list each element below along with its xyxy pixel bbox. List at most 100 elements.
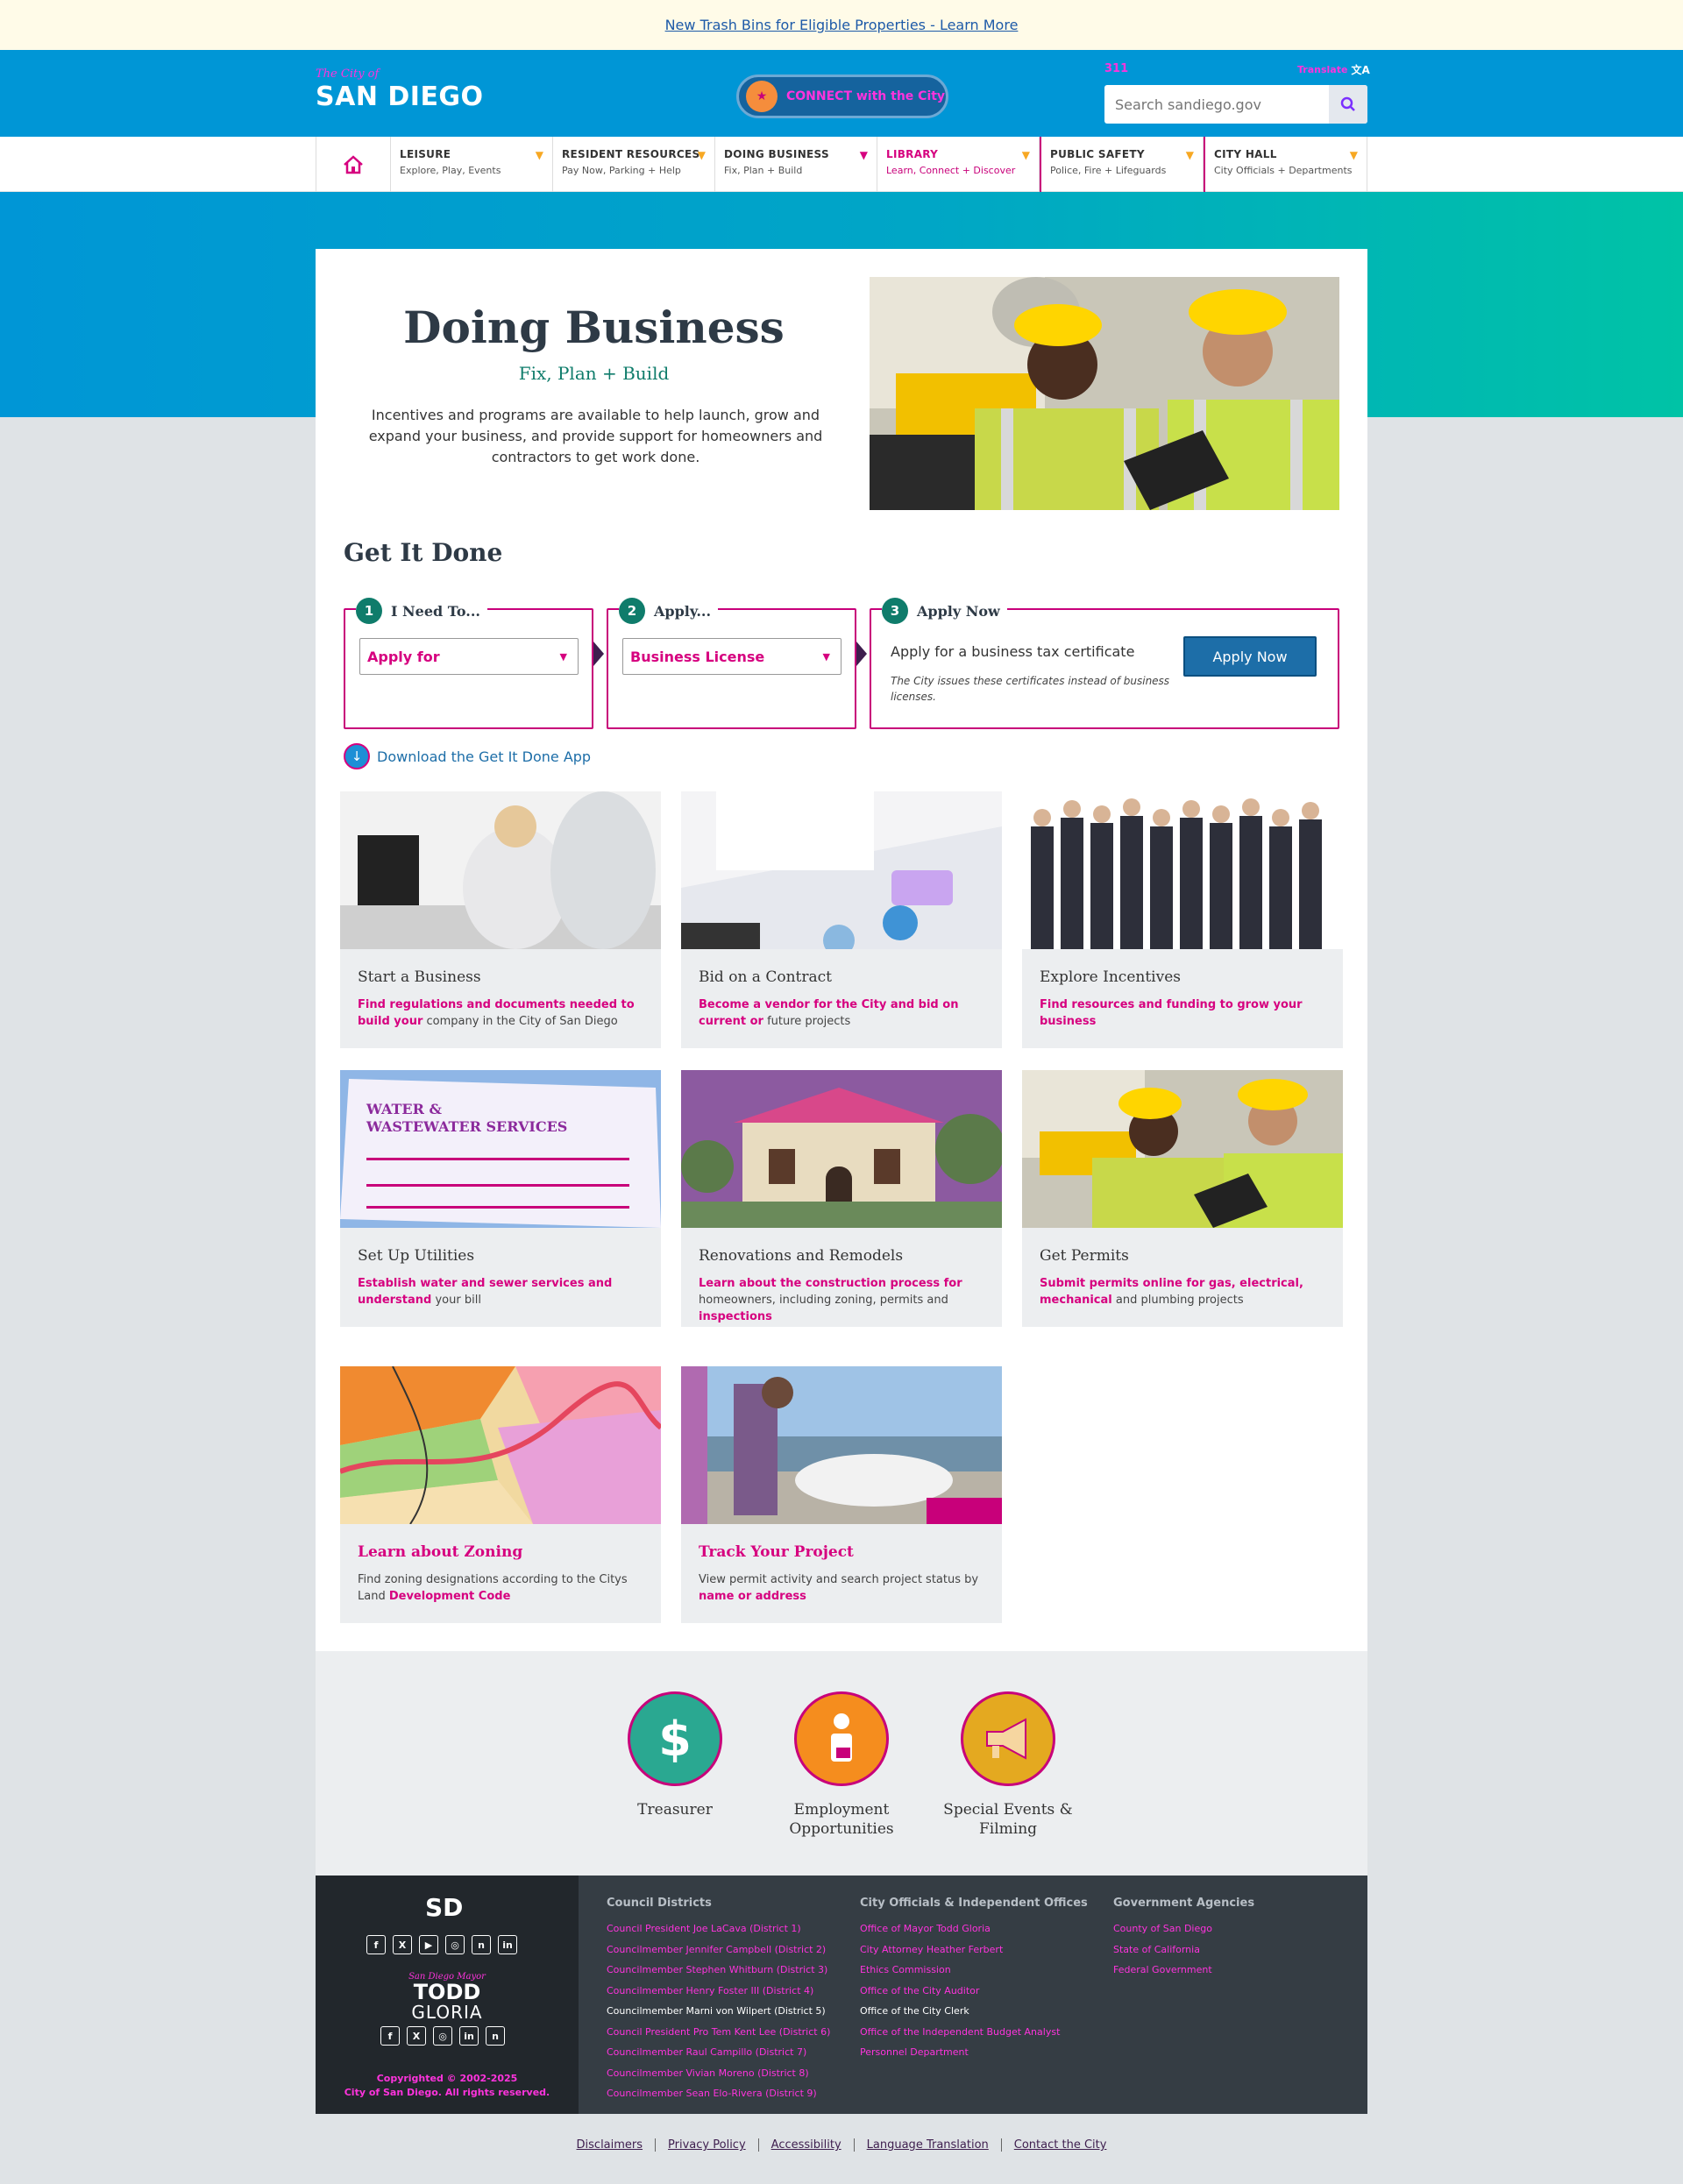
card-set-up-utilities[interactable]: WATER & WASTEWATER SERVICES Set Up Utili… xyxy=(340,1070,661,1327)
translate-button[interactable]: Translate 文A xyxy=(1297,62,1370,77)
footer-link[interactable]: Councilmember Raul Campillo (District 7) xyxy=(607,2042,830,2063)
instagram-icon[interactable]: ◎ xyxy=(433,2026,452,2046)
contact-the-city-link[interactable]: Contact the City xyxy=(1002,2138,1119,2152)
nav-item-library[interactable]: LIBRARY Learn, Connect + Discover ▼ xyxy=(877,137,1040,192)
mayor-logo[interactable]: San Diego Mayor TODD GLORIA xyxy=(399,1972,495,2022)
x-icon[interactable]: X xyxy=(407,2026,426,2046)
nav-item-leisure[interactable]: LEISURE Explore, Play, Events ▼ xyxy=(391,137,553,192)
search-box xyxy=(1104,85,1367,124)
nextdoor-icon[interactable]: n xyxy=(486,2026,505,2046)
feature-label: Special Events & Filming xyxy=(943,1801,1073,1838)
nextdoor-icon[interactable]: n xyxy=(472,1935,491,1954)
footer-heading: Government Agencies xyxy=(1113,1897,1255,1910)
dropdown-arrow-icon: ▼ xyxy=(822,651,830,663)
chevron-down-icon: ▼ xyxy=(1349,149,1358,161)
card-image xyxy=(340,1366,661,1524)
linkedin-icon[interactable]: in xyxy=(498,1935,517,1954)
step-arrow-icon xyxy=(593,642,604,666)
need-to-select[interactable]: Apply for ▼ xyxy=(359,638,579,675)
nav-item-resident-resources[interactable]: RESIDENT RESOURCES Pay Now, Parking + He… xyxy=(553,137,715,192)
sd-logo[interactable]: SD xyxy=(425,1893,463,1922)
card-explore-incentives[interactable]: Explore Incentives Find resources and fu… xyxy=(1022,791,1343,1048)
card-title: Bid on a Contract xyxy=(699,968,832,986)
footer-link[interactable]: Personnel Department xyxy=(860,2042,1088,2063)
search-icon[interactable] xyxy=(1329,85,1367,124)
download-app-link[interactable]: ↓ Download the Get It Done App xyxy=(344,743,591,769)
main-nav: LEISURE Explore, Play, Events ▼ RESIDENT… xyxy=(0,137,1683,192)
copyright: Copyrighted © 2002-2025 City of San Dieg… xyxy=(344,2073,550,2098)
card-track-your-project[interactable]: Track Your Project View permit activity … xyxy=(681,1366,1002,1623)
employment-opportunities-link[interactable]: Employment Opportunities xyxy=(767,1691,916,1839)
legal-links: Disclaimers Privacy Policy Accessibility… xyxy=(0,2138,1683,2152)
nav-item-subtitle: City Officials + Departments xyxy=(1214,165,1353,176)
card-get-permits[interactable]: Get Permits Submit permits online for ga… xyxy=(1022,1070,1343,1327)
facebook-icon[interactable]: f xyxy=(366,1935,386,1954)
step-label: I Need To... xyxy=(391,602,480,620)
card-title: Renovations and Remodels xyxy=(699,1247,904,1265)
footer-link[interactable]: Council President Pro Tem Kent Lee (Dist… xyxy=(607,2022,830,2043)
step-number: 3 xyxy=(882,598,908,624)
card-image xyxy=(681,1070,1002,1228)
card-learn-about-zoning[interactable]: Learn about Zoning Find zoning designati… xyxy=(340,1366,661,1623)
card-bid-on-a-contract[interactable]: Bid on a Contract Become a vendor for th… xyxy=(681,791,1002,1048)
footer-link[interactable]: Office of the City Auditor xyxy=(860,1981,1088,2002)
linkedin-icon[interactable]: in xyxy=(459,2026,479,2046)
translate-label: Translate xyxy=(1297,64,1348,75)
footer-link[interactable]: Ethics Commission xyxy=(860,1960,1088,1981)
card-description: Find resources and funding to grow your … xyxy=(1040,998,1303,1028)
mayor-social-links: f X ◎ in n xyxy=(380,2026,505,2046)
nav-item-title: DOING BUSINESS xyxy=(724,148,829,160)
dropdown-arrow-icon: ▼ xyxy=(559,651,567,663)
footer-link[interactable]: County of San Diego xyxy=(1113,1918,1254,1939)
footer-link[interactable]: Office of the City Clerk xyxy=(860,2001,1088,2022)
svg-text:WATER &: WATER & xyxy=(366,1101,442,1117)
main-content: Doing Business Fix, Plan + Build Incenti… xyxy=(316,249,1367,1651)
card-title: Set Up Utilities xyxy=(358,1247,475,1265)
apply-now-button[interactable]: Apply Now xyxy=(1183,636,1317,677)
footer-council-districts: Council Districts Council President Joe … xyxy=(607,1897,830,2104)
footer-link[interactable]: Councilmember Sean Elo-Rivera (District … xyxy=(607,2083,830,2104)
special-events-filming-link[interactable]: Special Events & Filming xyxy=(934,1691,1083,1839)
alert-link[interactable]: New Trash Bins for Eligible Properties -… xyxy=(665,17,1019,33)
footer-link[interactable]: Councilmember Stephen Whitburn (District… xyxy=(607,1960,830,1981)
footer-link[interactable]: Councilmember Marni von Wilpert (Distric… xyxy=(607,2001,830,2022)
footer-link[interactable]: Councilmember Jennifer Campbell (Distric… xyxy=(607,1939,830,1961)
instagram-icon[interactable]: ◎ xyxy=(445,1935,465,1954)
card-description: Establish water and sewer services and u… xyxy=(358,1277,613,1307)
nav-item-public-safety[interactable]: PUBLIC SAFETY Police, Fire + Lifeguards … xyxy=(1040,137,1204,192)
home-icon[interactable] xyxy=(316,137,391,192)
get-it-done-title: Get It Done xyxy=(344,538,503,567)
accessibility-link[interactable]: Accessibility xyxy=(759,2138,855,2152)
card-description: Learn about the construction process for… xyxy=(699,1277,962,1323)
card-image xyxy=(340,791,661,949)
nav-item-title: PUBLIC SAFETY xyxy=(1050,148,1145,160)
privacy-policy-link[interactable]: Privacy Policy xyxy=(656,2138,759,2152)
footer-link[interactable]: Council President Joe LaCava (District 1… xyxy=(607,1918,830,1939)
nav-item-city-hall[interactable]: CITY HALL City Officials + Departments ▼ xyxy=(1204,137,1367,192)
step-apply-now: 3 Apply Now Apply for a business tax cer… xyxy=(870,598,1339,729)
city-logo[interactable]: The City of SAN DIEGO xyxy=(316,67,491,120)
employee-icon xyxy=(794,1691,889,1786)
footer-link[interactable]: Office of Mayor Todd Gloria xyxy=(860,1918,1088,1939)
language-translation-link[interactable]: Language Translation xyxy=(855,2138,1002,2152)
facebook-icon[interactable]: f xyxy=(380,2026,400,2046)
card-renovations-and-remodels[interactable]: Renovations and Remodels Learn about the… xyxy=(681,1070,1002,1327)
x-icon[interactable]: X xyxy=(393,1935,412,1954)
search-input[interactable] xyxy=(1104,85,1329,124)
treasurer-link[interactable]: $ Treasurer xyxy=(600,1691,749,1819)
card-start-a-business[interactable]: Start a Business Find regulations and do… xyxy=(340,791,661,1048)
disclaimers-link[interactable]: Disclaimers xyxy=(565,2138,657,2152)
footer-link[interactable]: State of California xyxy=(1113,1939,1254,1961)
card-title: Explore Incentives xyxy=(1040,968,1181,986)
footer-link[interactable]: Federal Government xyxy=(1113,1960,1254,1981)
apply-type-select[interactable]: Business License ▼ xyxy=(622,638,842,675)
connect-button[interactable]: ★ CONNECT with the City xyxy=(736,74,948,118)
footer-link[interactable]: Councilmember Vivian Moreno (District 8) xyxy=(607,2063,830,2084)
footer-link[interactable]: Councilmember Henry Foster III (District… xyxy=(607,1981,830,2002)
311-link[interactable]: 311 xyxy=(1104,62,1128,75)
youtube-icon[interactable]: ▶ xyxy=(419,1935,438,1954)
footer-link[interactable]: City Attorney Heather Ferbert xyxy=(860,1939,1088,1961)
footer-link[interactable]: Office of the Independent Budget Analyst xyxy=(860,2022,1088,2043)
logo-big-text: SAN DIEGO xyxy=(316,82,484,112)
nav-item-doing-business[interactable]: DOING BUSINESS Fix, Plan + Build ▼ xyxy=(715,137,877,192)
